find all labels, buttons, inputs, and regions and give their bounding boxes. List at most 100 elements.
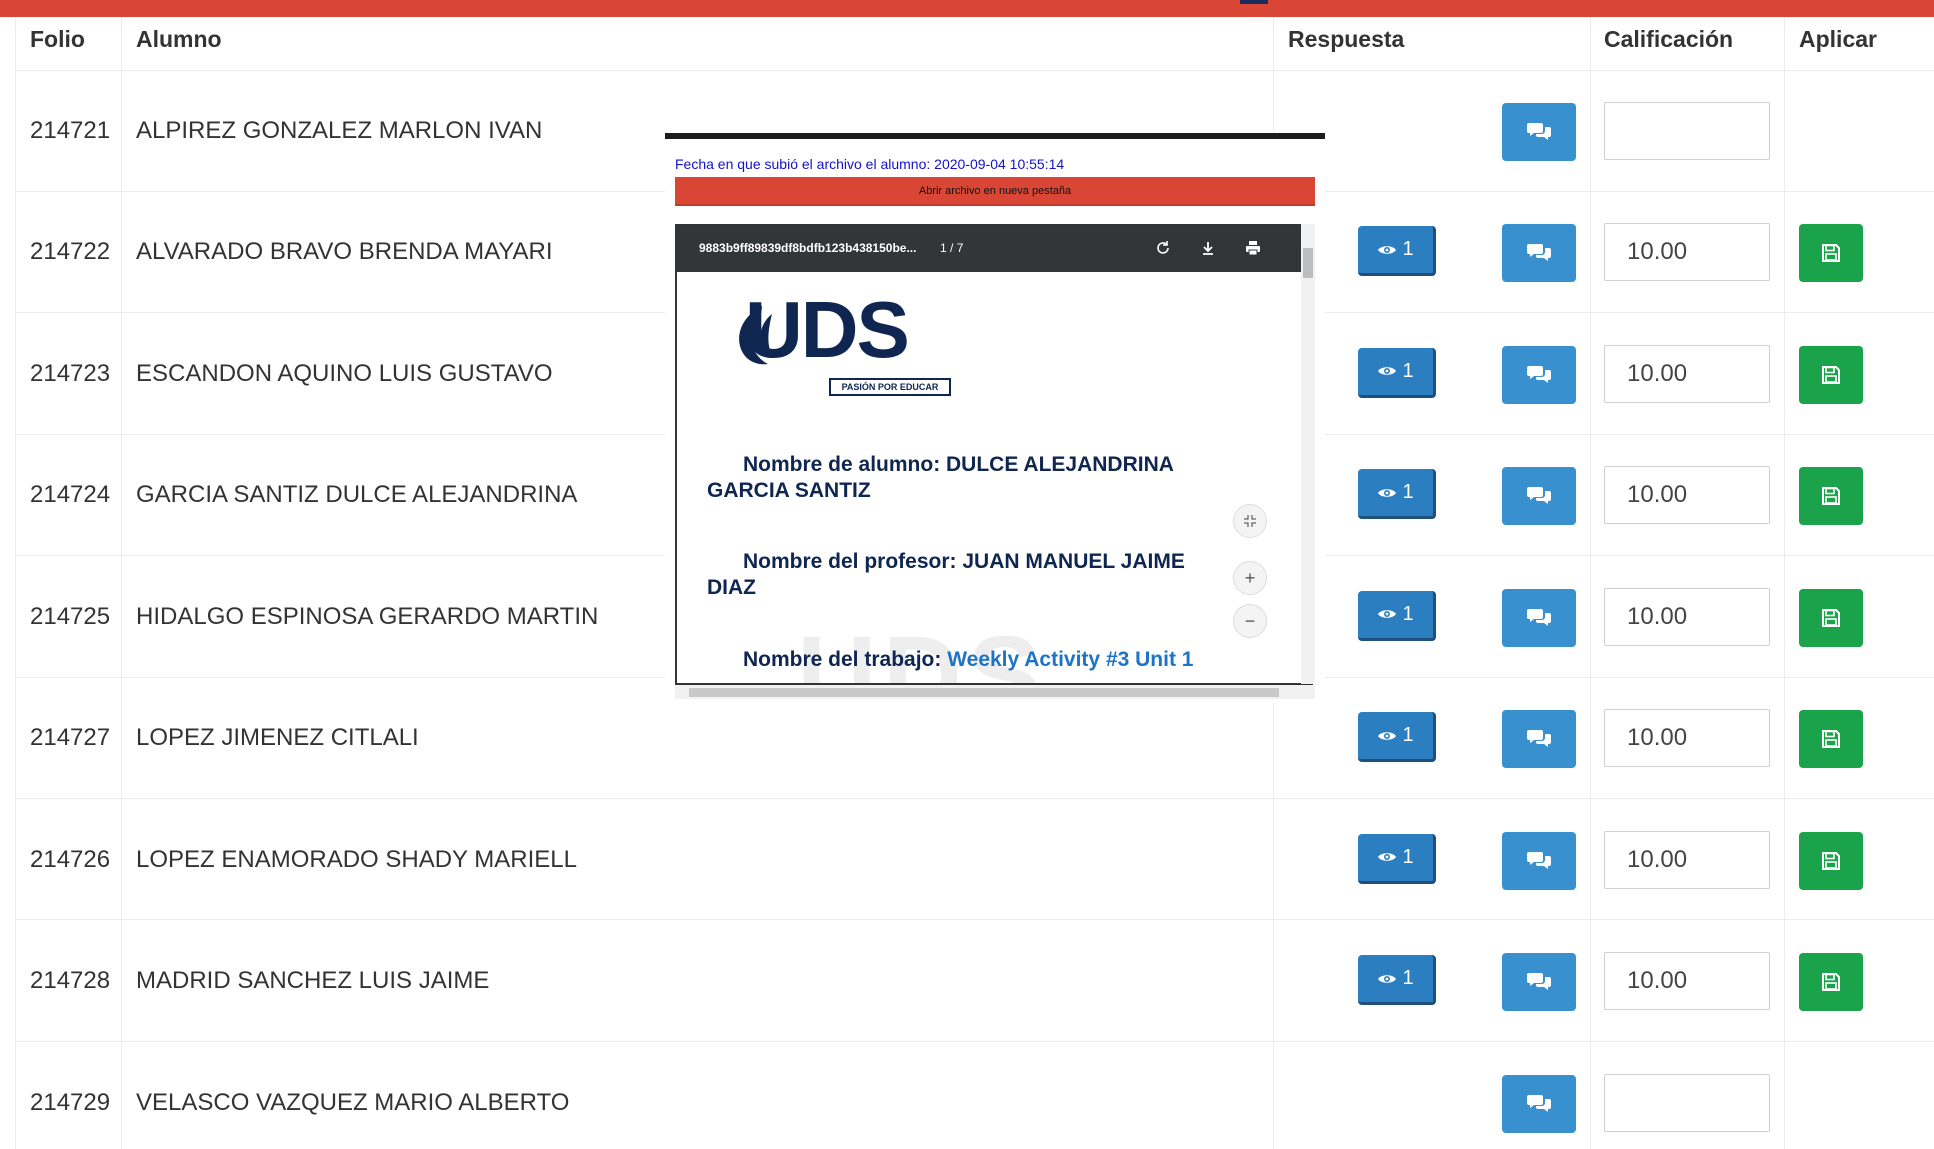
view-count: 1	[1402, 481, 1414, 504]
grade-input[interactable]	[1604, 830, 1770, 889]
apply-save-button[interactable]	[1799, 224, 1863, 283]
view-file-button[interactable]: 1	[1358, 955, 1436, 1006]
zoom-in-button[interactable]: +	[1233, 561, 1267, 595]
uds-logo-text: UDS	[745, 285, 910, 374]
file-preview-modal: Fecha en que subió el archivo el alumno:…	[665, 133, 1325, 703]
comments-icon	[1527, 487, 1551, 505]
view-count: 1	[1402, 359, 1414, 382]
response-comments-button[interactable]	[1502, 224, 1576, 283]
response-comments-button[interactable]	[1502, 345, 1576, 404]
pdf-page: UDS UDS PASIÓN POR EDUCAR Nombre de alum…	[677, 272, 1293, 683]
fit-page-icon	[1244, 515, 1256, 527]
header-alumno: Alumno	[136, 26, 222, 52]
comments-icon	[1527, 851, 1551, 869]
apply-save-button[interactable]	[1799, 953, 1863, 1012]
save-icon	[1822, 851, 1840, 870]
grade-input[interactable]	[1604, 344, 1770, 403]
grade-input[interactable]	[1604, 952, 1770, 1011]
folio-cell: 214725	[30, 602, 111, 630]
view-file-button[interactable]: 1	[1358, 833, 1436, 884]
rotate-icon[interactable]	[1153, 238, 1173, 258]
view-count: 1	[1402, 845, 1414, 868]
header-respuesta: Respuesta	[1288, 26, 1405, 52]
grid-line	[15, 1041, 1934, 1042]
student-name-cell: GARCIA SANTIZ DULCE ALEJANDRINA	[136, 481, 578, 509]
save-icon	[1822, 608, 1840, 627]
grid-line	[1784, 17, 1785, 1149]
response-comments-button[interactable]	[1502, 710, 1576, 769]
upload-date-text: Fecha en que subió el archivo el alumno:…	[675, 156, 1065, 172]
grid-line	[1590, 17, 1591, 1149]
eye-icon	[1378, 853, 1397, 861]
pdf-vertical-scrollbar[interactable]	[1301, 224, 1315, 684]
scrollbar-thumb[interactable]	[1303, 248, 1313, 278]
view-file-button[interactable]: 1	[1358, 347, 1436, 398]
grid-line	[15, 919, 1934, 920]
response-comments-button[interactable]	[1502, 102, 1576, 161]
view-count: 1	[1402, 238, 1414, 261]
apply-save-button[interactable]	[1799, 467, 1863, 526]
student-name-line: Nombre de alumno: DULCE ALEJANDRINA GARC…	[707, 453, 1174, 502]
grade-input[interactable]	[1604, 1073, 1770, 1132]
fit-page-button[interactable]	[1233, 504, 1267, 538]
comments-icon	[1527, 730, 1551, 748]
header-aplicar: Aplicar	[1799, 26, 1877, 52]
grid-line	[121, 17, 122, 1149]
open-in-new-tab-button[interactable]: Abrir archivo en nueva pestaña	[675, 177, 1315, 206]
view-file-button[interactable]: 1	[1358, 712, 1436, 763]
eye-icon	[1378, 367, 1397, 375]
view-file-button[interactable]: 1	[1358, 590, 1436, 641]
scrollbar-thumb[interactable]	[689, 688, 1279, 697]
apply-save-button[interactable]	[1799, 710, 1863, 769]
folio-cell: 214724	[30, 481, 111, 509]
eye-icon	[1378, 489, 1397, 497]
header-folio: Folio	[30, 26, 85, 52]
response-comments-button[interactable]	[1502, 831, 1576, 890]
folio-cell: 214728	[30, 967, 111, 995]
grade-input[interactable]	[1604, 466, 1770, 525]
pdf-toolbar: 9883b9ff89839df8bdfb123b438150be... 1 / …	[677, 226, 1311, 272]
comments-icon	[1527, 1094, 1551, 1112]
grade-input[interactable]	[1604, 709, 1770, 768]
response-comments-button[interactable]	[1502, 467, 1576, 526]
pdf-page-total: / 7	[946, 241, 964, 255]
work-name-line: Nombre del trabajo: Weekly Activity #3 U…	[743, 647, 1263, 673]
view-file-button[interactable]: 1	[1358, 469, 1436, 520]
grade-input[interactable]	[1604, 587, 1770, 646]
grade-input[interactable]	[1604, 101, 1770, 160]
print-icon[interactable]	[1243, 238, 1263, 258]
folio-cell: 214722	[30, 238, 111, 266]
pdf-filename: 9883b9ff89839df8bdfb123b438150be...	[699, 241, 917, 255]
pdf-viewer[interactable]: 9883b9ff89839df8bdfb123b438150be... 1 / …	[675, 224, 1313, 685]
student-name-cell: ALVARADO BRAVO BRENDA MAYARI	[136, 238, 553, 266]
comments-icon	[1527, 608, 1551, 626]
response-comments-button[interactable]	[1502, 953, 1576, 1012]
eye-icon	[1378, 610, 1397, 618]
eye-icon	[1378, 732, 1397, 740]
response-comments-button[interactable]	[1502, 1074, 1576, 1133]
save-icon	[1822, 487, 1840, 506]
save-icon	[1822, 244, 1840, 263]
save-icon	[1822, 973, 1840, 992]
modal-top-border	[665, 133, 1325, 139]
folio-cell: 214729	[30, 1088, 111, 1116]
response-comments-button[interactable]	[1502, 588, 1576, 647]
student-name-cell: LOPEZ ENAMORADO SHADY MARIELL	[136, 845, 577, 873]
work-name-label: Nombre del trabajo:	[743, 648, 948, 671]
view-file-button[interactable]: 1	[1358, 226, 1436, 277]
student-name-cell: LOPEZ JIMENEZ CITLALI	[136, 724, 419, 752]
pdf-page-current[interactable]: 1	[940, 241, 947, 255]
grade-input[interactable]	[1604, 223, 1770, 282]
download-icon[interactable]	[1198, 238, 1218, 258]
student-name-cell: MADRID SANCHEZ LUIS JAIME	[136, 967, 490, 995]
zoom-out-button[interactable]: −	[1233, 604, 1267, 638]
apply-save-button[interactable]	[1799, 831, 1863, 890]
pdf-page-indicator: 1 / 7	[940, 241, 963, 255]
apply-save-button[interactable]	[1799, 588, 1863, 647]
top-accent-bar	[0, 0, 1934, 17]
apply-save-button[interactable]	[1799, 345, 1863, 404]
comments-icon	[1527, 973, 1551, 991]
pdf-horizontal-scrollbar[interactable]	[675, 685, 1315, 699]
uds-logo-tagline: PASIÓN POR EDUCAR	[829, 378, 951, 396]
view-count: 1	[1402, 724, 1414, 747]
